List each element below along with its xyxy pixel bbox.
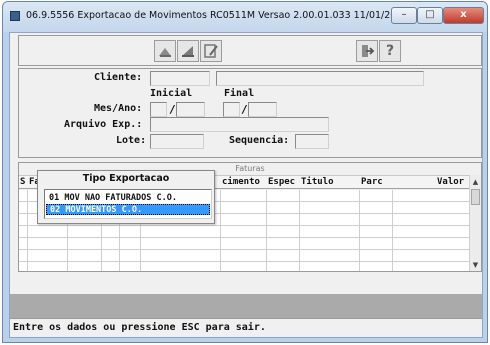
close-icon: x: [460, 9, 467, 20]
edit-record-button[interactable]: [177, 40, 199, 62]
popup-title: Tipo Exportacao: [82, 173, 170, 184]
final-date-separator: /: [241, 103, 248, 116]
maximize-icon: □: [425, 9, 435, 20]
inicial-date-separator: /: [169, 103, 176, 116]
sequencia-field[interactable]: [295, 134, 329, 149]
exit-icon: [362, 45, 375, 57]
tipo-exportacao-popup: Tipo Exportacao 01 MOV NAO FATURADOS C.O…: [37, 170, 215, 224]
toolbar: ?: [18, 35, 482, 66]
column-header-titulo[interactable]: Titulo: [301, 177, 334, 187]
maximize-button[interactable]: □: [417, 7, 443, 24]
delete-record-icon: [204, 44, 218, 58]
grid-vertical-scrollbar[interactable]: ▲ ▼: [469, 175, 481, 271]
cliente-label: Cliente:: [94, 72, 143, 83]
inicial-mes-field[interactable]: [150, 102, 167, 117]
delete-record-button[interactable]: [200, 40, 222, 62]
column-header-s[interactable]: S: [20, 177, 25, 187]
status-message: Entre os dados ou pressione ESC para sai…: [13, 322, 266, 333]
sequencia-label: Sequencia:: [229, 135, 290, 146]
final-mes-field[interactable]: [223, 102, 240, 117]
mes-ano-label: Mes/Ano:: [94, 103, 143, 114]
lote-field[interactable]: [150, 134, 204, 149]
add-record-icon: [159, 48, 171, 57]
tipo-exportacao-list[interactable]: 01 MOV NAO FATURADOS C.O. 02 MOVIMENTOS …: [44, 189, 212, 219]
help-button[interactable]: ?: [379, 40, 401, 62]
minimize-icon: –: [401, 9, 407, 20]
inicial-label: Inicial: [150, 88, 193, 99]
arquivo-exp-field[interactable]: [150, 117, 329, 132]
exit-button[interactable]: [356, 40, 378, 62]
final-label: Final: [224, 88, 255, 99]
final-ano-field[interactable]: [248, 102, 277, 117]
button-area: [10, 294, 482, 318]
scroll-up-icon[interactable]: ▲: [470, 176, 481, 188]
edit-record-icon: [182, 46, 194, 57]
close-button[interactable]: x: [443, 7, 484, 24]
tipo-option-movimentos[interactable]: 02 MOVIMENTOS C.O.: [46, 204, 210, 215]
status-bar: Entre os dados ou pressione ESC para sai…: [10, 318, 482, 337]
title-bar[interactable]: 06.9.5556 Exportacao de Movimentos RC051…: [3, 2, 487, 32]
app-icon[interactable]: [10, 11, 20, 21]
column-header-vencimento[interactable]: cimento: [222, 177, 260, 187]
filter-form: Cliente: Inicial Final Mes/Ano: / / Arqu…: [18, 68, 482, 158]
column-header-parc[interactable]: Parc: [361, 177, 383, 187]
inicial-ano-field[interactable]: [176, 102, 205, 117]
lote-label: Lote:: [116, 135, 147, 146]
scroll-down-icon[interactable]: ▼: [470, 259, 481, 271]
add-record-button[interactable]: [154, 40, 176, 62]
scroll-thumb[interactable]: [471, 189, 480, 205]
minimize-button[interactable]: –: [391, 7, 417, 24]
arquivo-exp-label: Arquivo Exp.:: [64, 119, 143, 130]
window-title: 06.9.5556 Exportacao de Movimentos RC051…: [26, 10, 446, 21]
column-header-espec[interactable]: Espec: [268, 177, 295, 187]
cliente-name-field[interactable]: [216, 71, 424, 86]
help-icon: ?: [385, 43, 395, 59]
tipo-option-mov-nao-faturados[interactable]: 01 MOV NAO FATURADOS C.O.: [46, 193, 210, 204]
column-header-valor[interactable]: Valor: [437, 177, 464, 187]
cliente-code-field[interactable]: [150, 71, 210, 86]
